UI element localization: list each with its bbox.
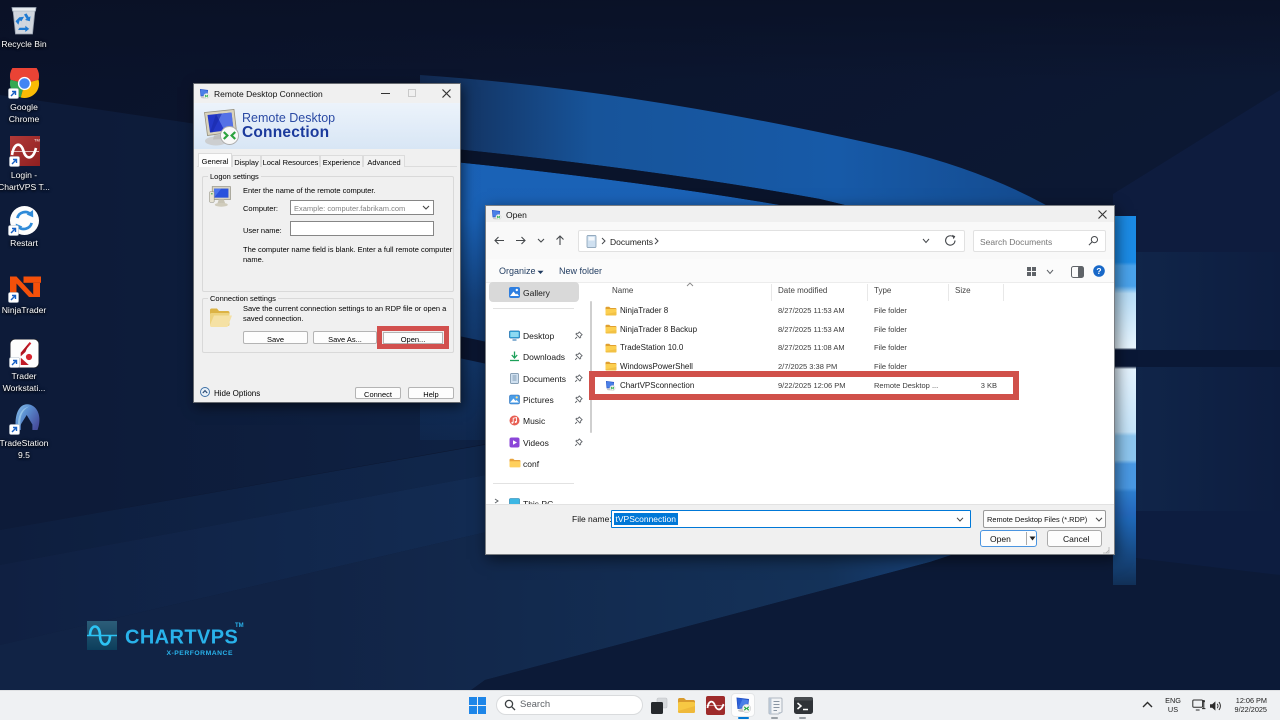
svg-text:?: ?: [1096, 266, 1101, 276]
svg-text:TM: TM: [34, 138, 40, 143]
svg-text:CHARTVPS: CHARTVPS: [125, 627, 238, 649]
svg-text:TM: TM: [235, 623, 244, 629]
svg-text:X-PERFORMANCE: X-PERFORMANCE: [166, 650, 233, 657]
